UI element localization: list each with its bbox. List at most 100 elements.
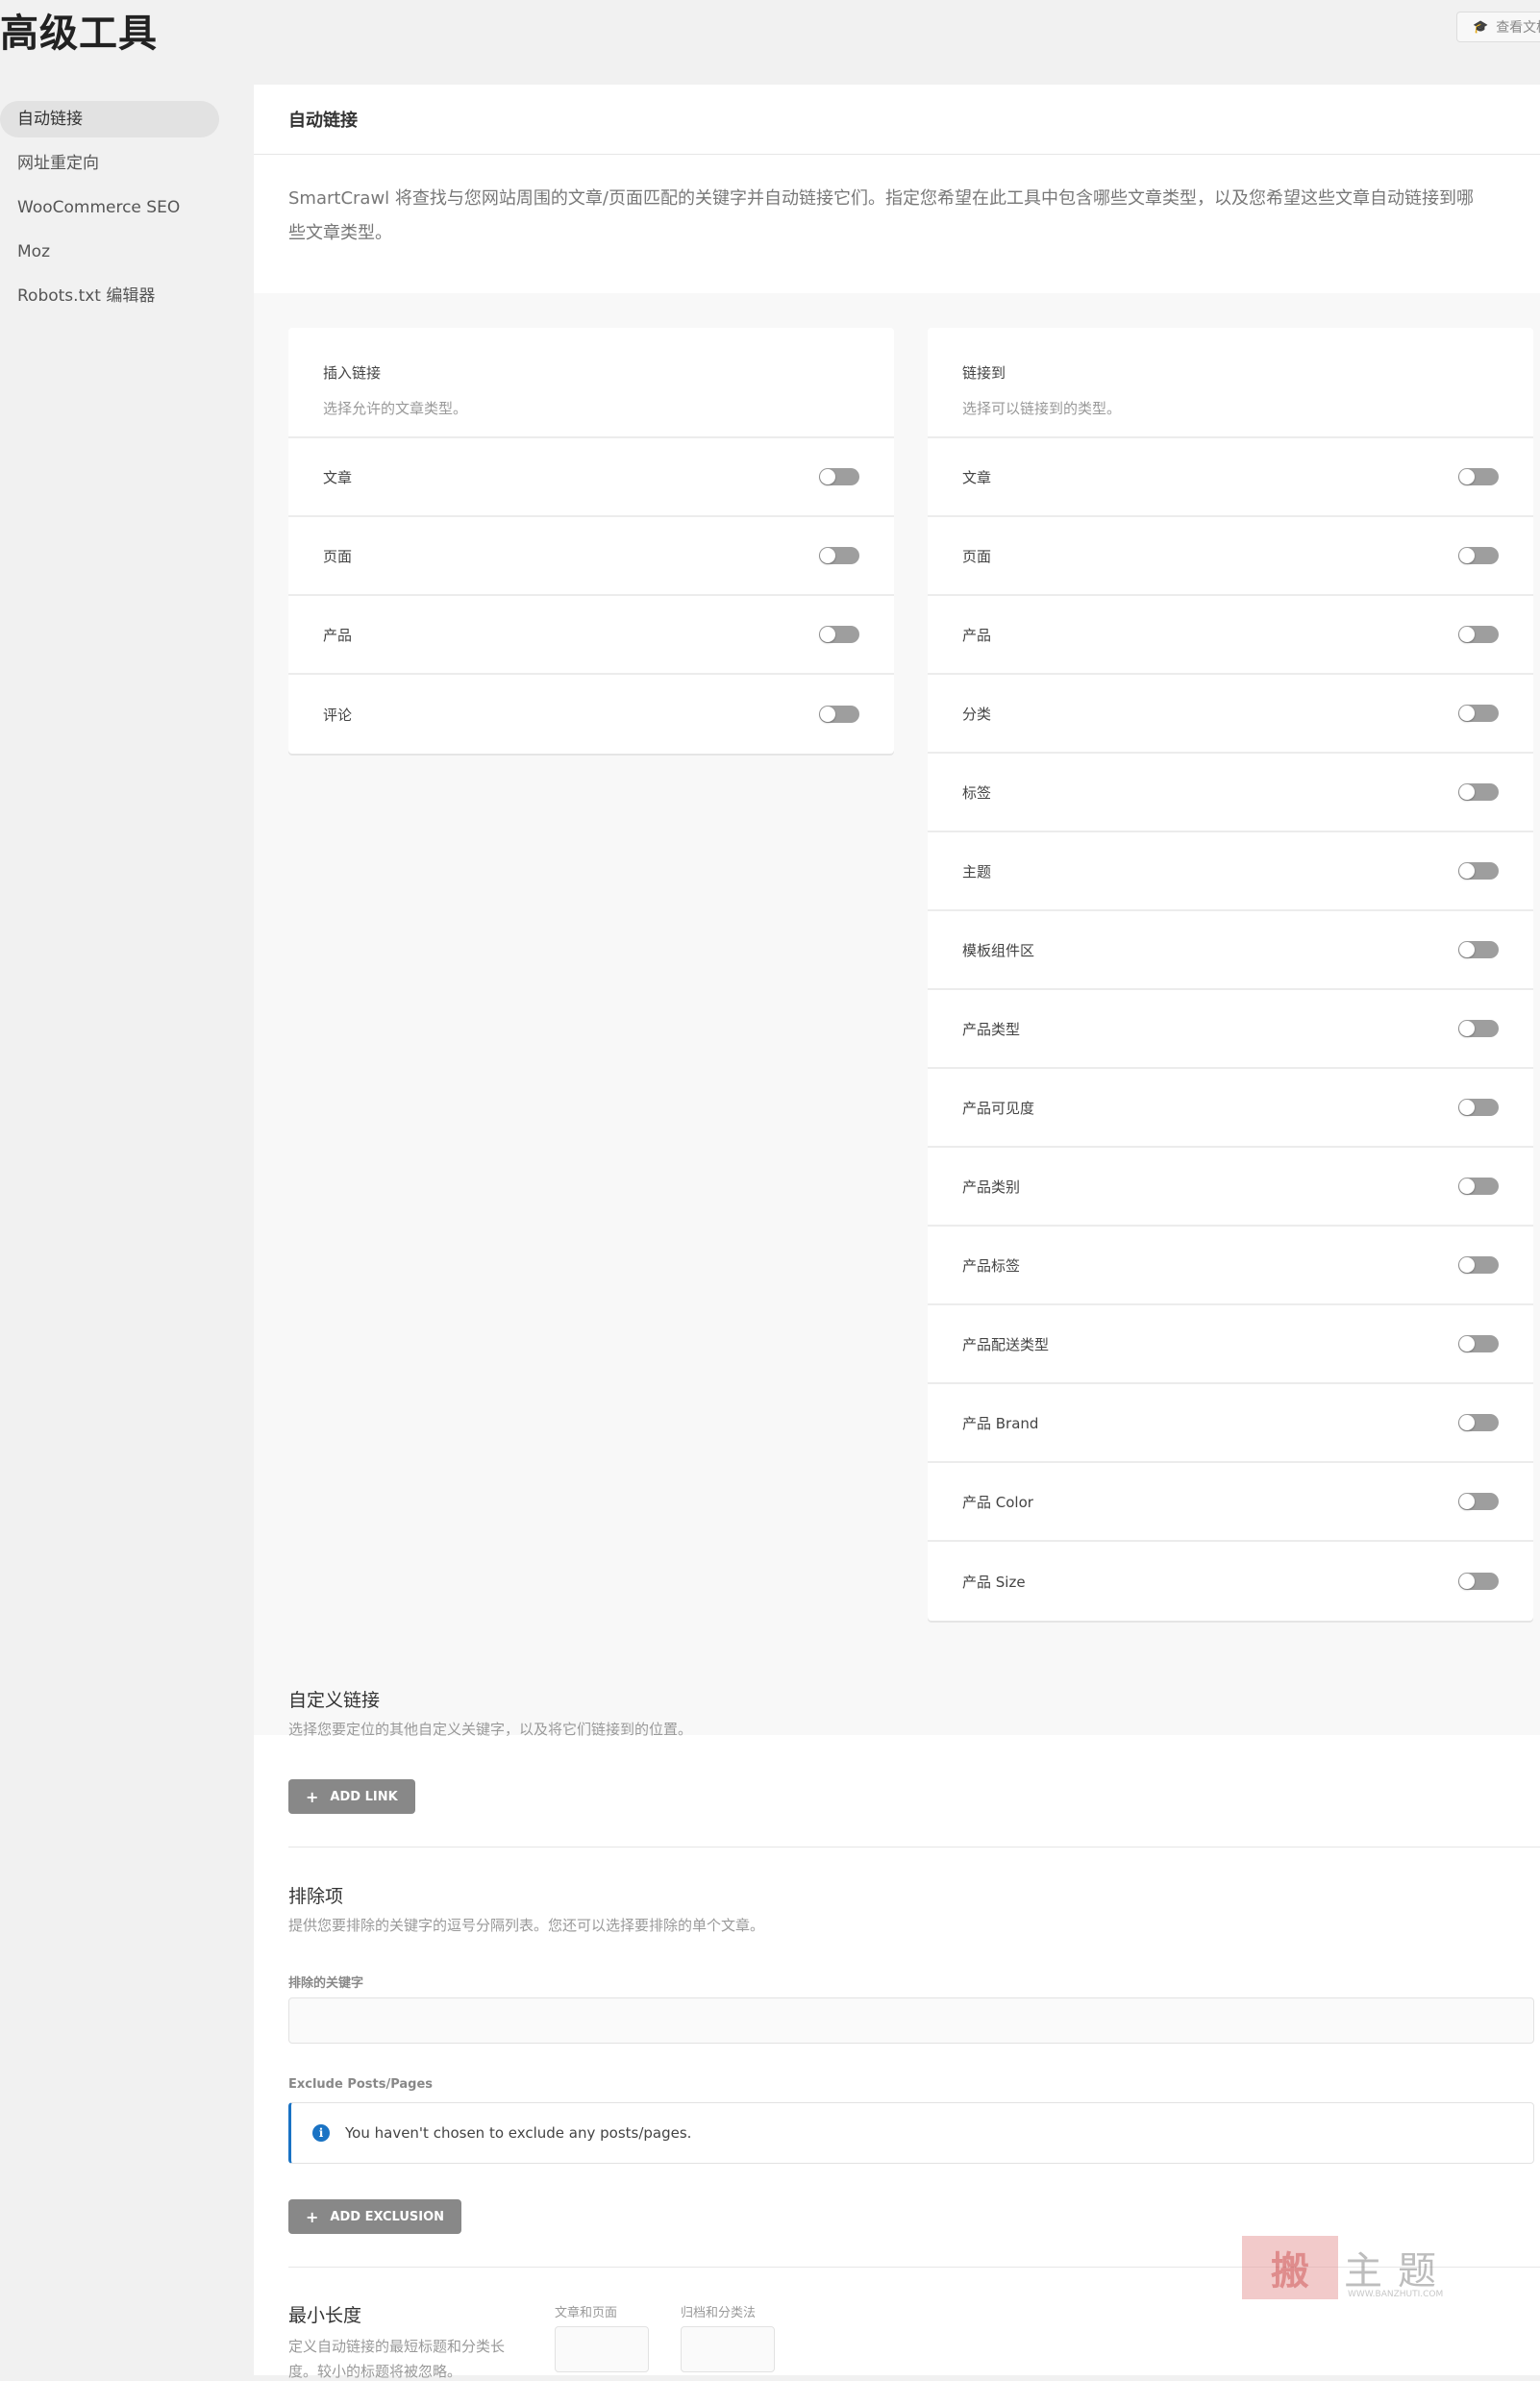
archives-min-label: 归档和分类法 [681, 2306, 757, 2320]
link-to-row-label: 模板组件区 [962, 941, 1035, 959]
insert-links-card: 插入链接 选择允许的文章类型。 文章页面产品评论 [288, 328, 894, 754]
sidebar-item-autolinks[interactable]: 自动链接 [0, 101, 219, 137]
link-to-toggle[interactable] [1458, 1573, 1499, 1590]
link-to-row: 主题 [928, 832, 1533, 911]
insert-links-subtitle: 选择允许的文章类型。 [323, 400, 468, 417]
link-to-row-label: 产品配送类型 [962, 1335, 1050, 1353]
link-to-toggle[interactable] [1458, 1099, 1499, 1116]
link-to-row-label: 产品类别 [962, 1178, 1021, 1196]
link-to-row: 标签 [928, 754, 1533, 832]
link-to-row-label: 产品标签 [962, 1256, 1021, 1275]
link-to-toggle[interactable] [1458, 1178, 1499, 1195]
info-icon: i [312, 2124, 330, 2142]
insert-links-title: 插入链接 [323, 364, 382, 382]
min-length-description-line2: 度。较小的标题将被忽略。 [288, 2363, 462, 2380]
min-length-description-line1: 定义自动链接的最短标题和分类长 [288, 2338, 506, 2355]
link-to-toggle[interactable] [1458, 862, 1499, 880]
autolinks-panel: 自动链接 SmartCrawl 将查找与您网站周围的文章/页面匹配的关键字并自动… [254, 85, 1540, 2380]
excluded-keywords-input[interactable] [288, 1997, 1534, 2044]
link-to-subtitle: 选择可以链接到的类型。 [962, 400, 1122, 417]
graduation-cap-icon: 🎓 [1473, 19, 1489, 35]
view-docs-button[interactable]: 🎓 查看文档 [1456, 12, 1540, 42]
insert-links-row-label: 文章 [323, 468, 353, 486]
exclude-posts-notice-text: You haven't chosen to exclude any posts/… [345, 2124, 692, 2142]
link-to-row: 模板组件区 [928, 911, 1533, 990]
link-to-toggle[interactable] [1458, 1493, 1499, 1510]
link-to-title: 链接到 [962, 364, 1006, 382]
exclude-posts-label: Exclude Posts/Pages [288, 2077, 434, 2092]
plus-icon: + [306, 2207, 319, 2226]
link-to-toggle[interactable] [1458, 1414, 1499, 1431]
link-to-toggle[interactable] [1458, 783, 1499, 801]
insert-links-row-label: 产品 [323, 626, 353, 644]
sidebar-item-robots-editor[interactable]: Robots.txt 编辑器 [0, 278, 231, 314]
add-exclusion-label: ADD EXCLUSION [330, 2209, 445, 2224]
exclusions-description: 提供您要排除的关键字的逗号分隔列表。您还可以选择要排除的单个文章。 [288, 1917, 765, 1934]
insert-links-toggle[interactable] [819, 706, 859, 723]
sidebar-item-moz[interactable]: Moz [0, 234, 231, 270]
watermark-url: WWW.BANZHUTI.COM [1348, 2290, 1444, 2299]
view-docs-label: 查看文档 [1496, 20, 1540, 36]
exclusions-title: 排除项 [288, 1886, 344, 1907]
link-to-toggle[interactable] [1458, 468, 1499, 485]
insert-links-row-label: 评论 [323, 706, 353, 724]
insert-links-row: 评论 [288, 675, 894, 754]
link-to-row-label: 产品可见度 [962, 1099, 1035, 1117]
insert-links-row-label: 页面 [323, 547, 353, 565]
link-to-row: 产品配送类型 [928, 1305, 1533, 1384]
link-to-row: 文章 [928, 438, 1533, 517]
link-to-row: 产品类别 [928, 1148, 1533, 1227]
add-exclusion-button[interactable]: + ADD EXCLUSION [288, 2199, 462, 2234]
link-to-row: 产品可见度 [928, 1069, 1533, 1148]
sidebar: 自动链接 网址重定向 WooCommerce SEO Moz Robots.tx… [0, 101, 231, 322]
link-to-row: 产品 Color [928, 1463, 1533, 1542]
divider [288, 1847, 1540, 1848]
custom-links-title: 自定义链接 [288, 1690, 381, 1711]
link-to-row-label: 页面 [962, 547, 992, 565]
add-link-button[interactable]: + ADD LINK [288, 1779, 415, 1814]
link-to-card: 链接到 选择可以链接到的类型。 文章页面产品分类标签主题模板组件区产品类型产品可… [928, 328, 1533, 1621]
post-types-area: 插入链接 选择允许的文章类型。 文章页面产品评论 链接到 选择可以链接到的类型。… [254, 293, 1540, 1735]
custom-links-description: 选择您要定位的其他自定义关键字，以及将它们链接到的位置。 [288, 1721, 693, 1738]
insert-links-toggle[interactable] [819, 626, 859, 643]
link-to-toggle[interactable] [1458, 705, 1499, 722]
link-to-row-label: 分类 [962, 705, 992, 723]
link-to-row-label: 主题 [962, 862, 992, 880]
link-to-row: 分类 [928, 675, 1533, 754]
link-to-row: 产品类型 [928, 990, 1533, 1069]
posts-pages-min-label: 文章和页面 [555, 2306, 618, 2320]
insert-links-toggle[interactable] [819, 547, 859, 564]
sidebar-item-redirects[interactable]: 网址重定向 [0, 145, 231, 182]
posts-pages-min-input[interactable] [555, 2326, 649, 2372]
sidebar-item-woocommerce-seo[interactable]: WooCommerce SEO [0, 189, 231, 226]
link-to-row: 产品 Size [928, 1542, 1533, 1621]
add-link-label: ADD LINK [330, 1789, 398, 1804]
link-to-toggle[interactable] [1458, 547, 1499, 564]
insert-links-row: 文章 [288, 438, 894, 517]
link-to-row: 产品 Brand [928, 1384, 1533, 1463]
link-to-row-label: 产品 Brand [962, 1414, 1039, 1432]
link-to-row: 页面 [928, 517, 1533, 596]
link-to-row-label: 产品 Size [962, 1573, 1026, 1591]
watermark-logo: 搬 主题 WWW.BANZHUTI.COM [1242, 2236, 1463, 2303]
link-to-row-label: 产品 [962, 626, 992, 644]
link-to-row-label: 标签 [962, 783, 992, 802]
link-to-row: 产品 [928, 596, 1533, 675]
min-length-title: 最小长度 [288, 2305, 362, 2326]
insert-links-row: 产品 [288, 596, 894, 675]
plus-icon: + [306, 1787, 319, 1806]
link-to-toggle[interactable] [1458, 1020, 1499, 1037]
link-to-row: 产品标签 [928, 1227, 1533, 1305]
link-to-row-label: 产品 Color [962, 1493, 1033, 1511]
watermark-seal: 搬 [1242, 2236, 1338, 2299]
panel-description: SmartCrawl 将查找与您网站周围的文章/页面匹配的关键字并自动链接它们。… [288, 188, 1474, 243]
link-to-toggle[interactable] [1458, 1335, 1499, 1352]
panel-title: 自动链接 [254, 85, 1540, 155]
link-to-toggle[interactable] [1458, 941, 1499, 958]
link-to-toggle[interactable] [1458, 626, 1499, 643]
excluded-keywords-label: 排除的关键字 [288, 1976, 364, 1991]
insert-links-toggle[interactable] [819, 468, 859, 485]
archives-min-input[interactable] [681, 2326, 775, 2372]
link-to-toggle[interactable] [1458, 1256, 1499, 1274]
insert-links-row: 页面 [288, 517, 894, 596]
